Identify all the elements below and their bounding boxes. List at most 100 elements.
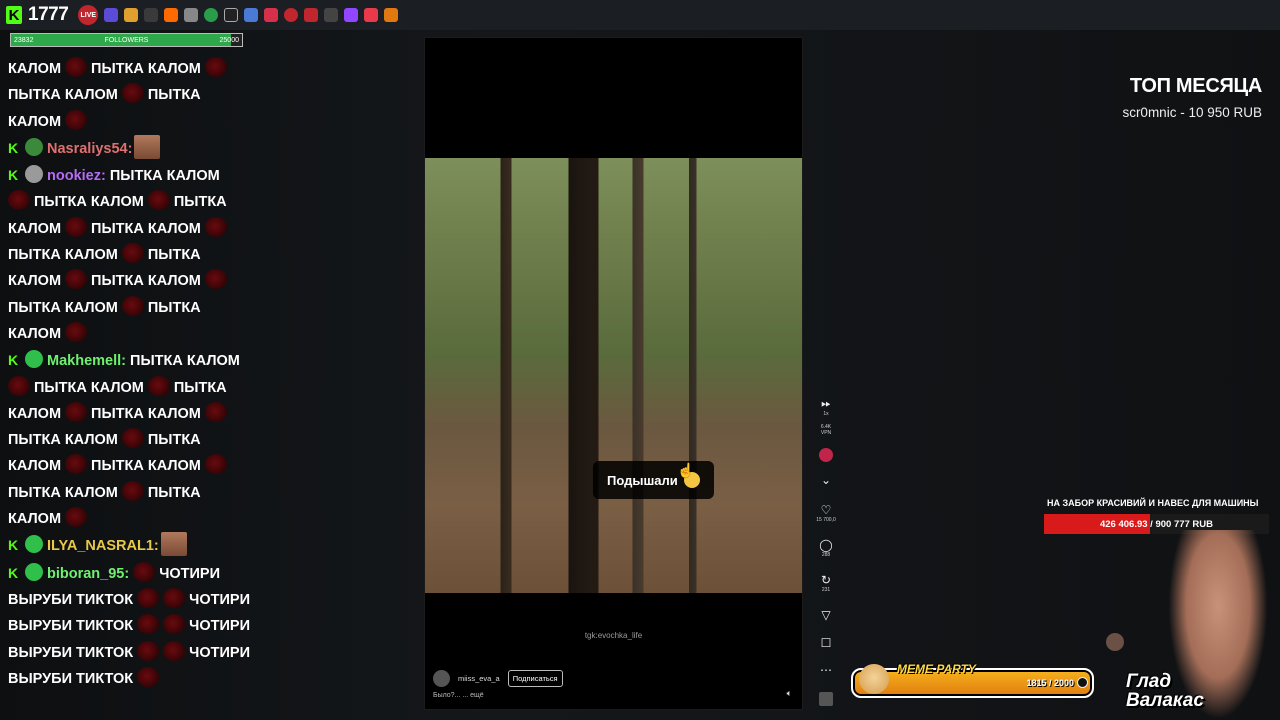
- donation-goal-title: НА ЗАБОР КРАСИВИЙ И НАВЕС ДЛЯ МАШИНЫ: [1047, 498, 1259, 508]
- sound-thumbnail-icon[interactable]: [816, 692, 836, 709]
- chat-message: K Nasraliys54:: [8, 134, 298, 162]
- chat-line: КАЛОМ ПЫТКА КАЛОМ: [8, 401, 298, 427]
- speed-control[interactable]: ⏩︎ 1x: [816, 396, 836, 417]
- extension-icon[interactable]: [244, 8, 259, 22]
- more-icon[interactable]: ⋯: [816, 663, 836, 677]
- heart-badge-icon: [25, 350, 43, 369]
- extension-icon[interactable]: [184, 8, 199, 22]
- extension-icon[interactable]: [164, 8, 179, 22]
- chat-line: ПЫТКА КАЛОМ ПЫТКА: [8, 295, 298, 321]
- followers-target: 25000: [219, 36, 239, 44]
- video-frame: [425, 158, 802, 593]
- kick-badge-icon: K: [8, 139, 19, 156]
- emote-icon: [163, 640, 186, 661]
- extension-icon[interactable]: [324, 8, 339, 22]
- extension-icon[interactable]: [204, 8, 219, 22]
- chat-line: ПЫТКА КАЛОМ ПЫТКА: [8, 375, 298, 401]
- fast-forward-icon: ⏩︎: [821, 396, 831, 410]
- live-icon[interactable]: LIVE: [78, 5, 99, 25]
- extension-icon[interactable]: [384, 8, 399, 22]
- emote-icon: [65, 454, 88, 475]
- chat-line: ПЫТКА КАЛОМ ПЫТКА: [8, 480, 298, 506]
- emote-icon: [8, 375, 30, 396]
- video-author: miiss_eva_a Подписаться: [433, 670, 563, 687]
- chat-message: Kbiboran_95: ЧОТИРИ: [8, 560, 298, 587]
- youtube-icon[interactable]: [304, 8, 319, 22]
- x-icon[interactable]: [224, 8, 239, 22]
- repost-button[interactable]: ↻ 231: [816, 573, 836, 593]
- emote-icon: [65, 57, 88, 77]
- repost-icon: ↻: [820, 573, 832, 587]
- twitch-icon[interactable]: [344, 8, 359, 22]
- emote-icon: [121, 83, 144, 104]
- emote-icon: [137, 666, 160, 687]
- followers-current: 23832: [14, 36, 34, 44]
- emote-icon: [137, 640, 160, 661]
- emote-icon: [65, 269, 88, 290]
- heart-badge-icon: [25, 535, 43, 554]
- emote-icon: [121, 243, 144, 264]
- extension-icon[interactable]: [104, 8, 119, 22]
- stream-overlay: K 1777 LIVE 23832 FOLLOWERS 25000 КАЛОМ П…: [0, 0, 1280, 720]
- chat-username[interactable]: biboran_95:: [47, 566, 129, 582]
- emote-icon: [8, 190, 30, 211]
- emote-icon: [65, 507, 88, 528]
- video-player[interactable]: Подышали ☝ tgk:evochka_life miiss_eva_a …: [424, 37, 803, 710]
- emote-icon: [121, 480, 144, 501]
- subscribe-button[interactable]: Подписаться: [507, 670, 563, 687]
- comments-button[interactable]: ◯ 288: [816, 538, 836, 558]
- chat-username[interactable]: Makhemell:: [47, 353, 126, 369]
- emote-icon: [65, 109, 88, 130]
- emote-icon: [204, 401, 227, 422]
- meme-party-count: 1815 / 2000: [1026, 678, 1074, 688]
- top-month-entry: scr0mnic - 10 950 RUB: [1122, 105, 1262, 120]
- emote-icon: [65, 401, 88, 422]
- extension-icon[interactable]: [264, 8, 279, 22]
- emote-icon: [121, 428, 144, 449]
- chat-line: КАЛОМ ПЫТКА КАЛОМ: [8, 453, 298, 479]
- emote-icon: [204, 57, 227, 77]
- heart-badge-icon: [25, 562, 43, 581]
- emote-icon: [147, 190, 170, 211]
- followers-label: FOLLOWERS: [104, 36, 149, 44]
- chat-line: ПЫТКА КАЛОМ ПЫТКА: [8, 427, 298, 453]
- emote-icon: [204, 216, 227, 237]
- emote-icon: [133, 561, 156, 582]
- video-caption: Подышали: [593, 461, 714, 499]
- extension-icon[interactable]: [364, 8, 379, 22]
- author-avatar[interactable]: [433, 670, 450, 687]
- chat-line: ВЫРУБИ ТИКТОК ЧОТИРИ: [8, 613, 298, 639]
- author-name[interactable]: miiss_eva_a: [458, 674, 500, 683]
- emote-icon: [163, 587, 186, 608]
- comment-icon: ◯: [819, 538, 833, 552]
- bookmark-icon[interactable]: ☐: [816, 636, 836, 650]
- chat-username[interactable]: nookiez:: [47, 168, 106, 184]
- kick-badge-icon: K: [8, 564, 19, 581]
- kick-badge-icon: K: [8, 537, 19, 554]
- volume-icon[interactable]: 🔈︎: [787, 688, 792, 699]
- emote-icon: [137, 587, 160, 608]
- extension-icon[interactable]: [144, 8, 159, 22]
- viewer-count: 1777: [28, 4, 69, 25]
- small-avatar: [1106, 633, 1124, 651]
- pinterest-icon[interactable]: [284, 8, 299, 22]
- video-description[interactable]: Было?... ... ещё: [433, 692, 484, 699]
- chat-username[interactable]: ILYA_NASRAL1:: [47, 538, 159, 554]
- browser-toolbar: K 1777 LIVE: [0, 0, 1280, 30]
- record-button[interactable]: [816, 448, 836, 462]
- emote-icon: [147, 375, 170, 396]
- chat-line: КАЛОМ: [8, 321, 298, 347]
- share-icon[interactable]: ▽: [816, 608, 836, 622]
- chevron-down-icon[interactable]: ⌄: [816, 473, 836, 487]
- chat-line: КАЛОМ ПЫТКА КАЛОМ: [8, 216, 298, 242]
- chat-username[interactable]: Nasraliys54:: [47, 141, 132, 157]
- kick-logo-icon[interactable]: K: [6, 6, 22, 24]
- like-button[interactable]: ♡ 15 700,0: [816, 503, 836, 523]
- chat-line: КАЛОМ: [8, 109, 298, 135]
- emote-icon: [65, 216, 88, 237]
- vpn-stat[interactable]: 6.4K VPN: [816, 424, 836, 436]
- extension-icon[interactable]: [124, 8, 139, 22]
- chat-message: Knookiez: ПЫТКА КАЛОМ: [8, 162, 298, 189]
- emote-icon: [204, 454, 227, 475]
- mouse-cursor-icon: ☝: [677, 462, 695, 478]
